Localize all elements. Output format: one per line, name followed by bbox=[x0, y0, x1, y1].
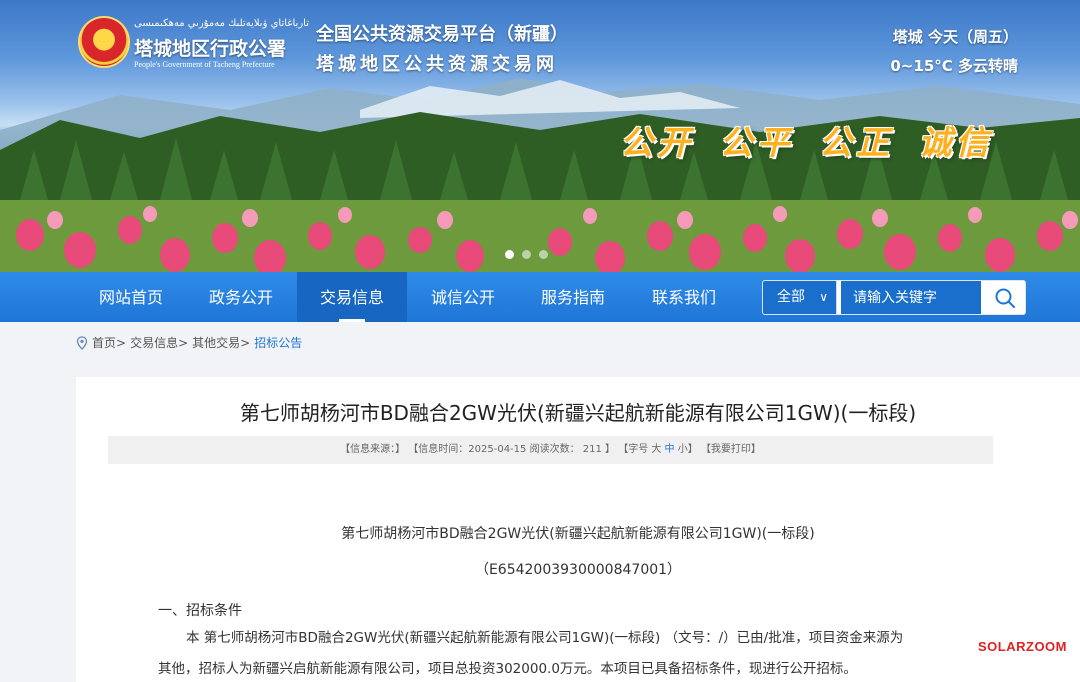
article-subtitle: 第七师胡杨河市BD融合2GW光伏(新疆兴起航新能源有限公司1GW)(一标段) bbox=[341, 526, 815, 542]
carousel-dot[interactable] bbox=[522, 250, 531, 259]
weather-forecast: 0~15°C 多云转晴 bbox=[890, 57, 1018, 75]
meta-actions: 小】 【我要打印】 bbox=[674, 444, 761, 455]
article-meta-bar: 【信息来源：】 【信息时间：2025-04-15 阅读次数： 211 】 【字号… bbox=[108, 436, 993, 464]
article-title: 第七师胡杨河市BD融合2GW光伏(新疆兴起航新能源有限公司1GW)(一标段) bbox=[239, 401, 917, 425]
weather-location: 塔城 今天（周五） bbox=[892, 28, 1018, 46]
breadcrumb-trade-info[interactable]: 交易信息> bbox=[130, 334, 188, 351]
platform-subtitle: 塔城地区公共资源交易网 bbox=[316, 54, 558, 75]
org-name-english: People's Government of Tacheng Prefectur… bbox=[134, 60, 275, 69]
breadcrumb: 首页> 交易信息> 其他交易> 招标公告 bbox=[76, 334, 302, 351]
search-scope-select[interactable]: 全部 ∨ bbox=[763, 281, 837, 314]
body-paragraph-line2: 其他，招标人为新疆兴启航新能源有限公司，项目总投资302000.0万元。本项目已… bbox=[158, 661, 857, 677]
meta-info: 【信息来源：】 【信息时间：2025-04-15 阅读次数： 211 】 【字号… bbox=[340, 444, 665, 455]
nav-item-credit-info[interactable]: 诚信公开 bbox=[408, 272, 518, 322]
search-input[interactable] bbox=[841, 281, 981, 314]
breadcrumb-other-trade[interactable]: 其他交易> bbox=[192, 334, 250, 351]
watermark: SOLARZOOM bbox=[978, 639, 1067, 654]
slogan: 公开 公平 公正 诚信 bbox=[620, 123, 993, 162]
breadcrumb-current: 招标公告 bbox=[254, 336, 303, 350]
carousel-dot[interactable] bbox=[539, 250, 548, 259]
search-icon bbox=[995, 288, 1015, 308]
org-name-uyghur: تارباغاتاي ۋىلايەتلىك مەمۇرىي مەھكىمىسى bbox=[134, 18, 309, 29]
nav-item-contact-us[interactable]: 联系我们 bbox=[629, 272, 739, 322]
body-paragraph-line1: 本 第七师胡杨河市BD融合2GW光伏(新疆兴起航新能源有限公司1GW)(一标段)… bbox=[186, 630, 904, 646]
carousel-dots bbox=[505, 250, 548, 259]
nav-item-service-guide[interactable]: 服务指南 bbox=[518, 272, 628, 322]
nav-item-home[interactable]: 网站首页 bbox=[76, 272, 186, 322]
project-code: （E6542003930000847001） bbox=[474, 562, 682, 578]
org-name: 塔城地区行政公署 bbox=[134, 38, 287, 60]
carousel-dot[interactable] bbox=[505, 250, 514, 259]
search-button[interactable] bbox=[985, 281, 1025, 314]
breadcrumb-home[interactable]: 首页> bbox=[92, 334, 126, 351]
article-panel: 第七师胡杨河市BD融合2GW光伏(新疆兴起航新能源有限公司1GW)(一标段) 【… bbox=[76, 377, 1080, 682]
header-banner: تارباغاتاي ۋىلايەتلىك مەمۇرىي مەھكىمىسى … bbox=[0, 0, 1080, 272]
font-size-medium-link[interactable]: 中 bbox=[665, 444, 675, 455]
search-box: 全部 ∨ bbox=[762, 280, 1026, 315]
national-emblem-icon bbox=[80, 18, 128, 66]
search-scope-label: 全部 bbox=[777, 289, 805, 305]
nav-item-government-affairs[interactable]: 政务公开 bbox=[186, 272, 296, 322]
chevron-down-icon: ∨ bbox=[819, 290, 828, 304]
nav-item-trade-info[interactable]: 交易信息 bbox=[297, 272, 407, 322]
section-heading: 一、招标条件 bbox=[158, 603, 242, 619]
platform-title: 全国公共资源交易平台（新疆） bbox=[316, 24, 568, 45]
location-pin-icon bbox=[76, 335, 88, 350]
